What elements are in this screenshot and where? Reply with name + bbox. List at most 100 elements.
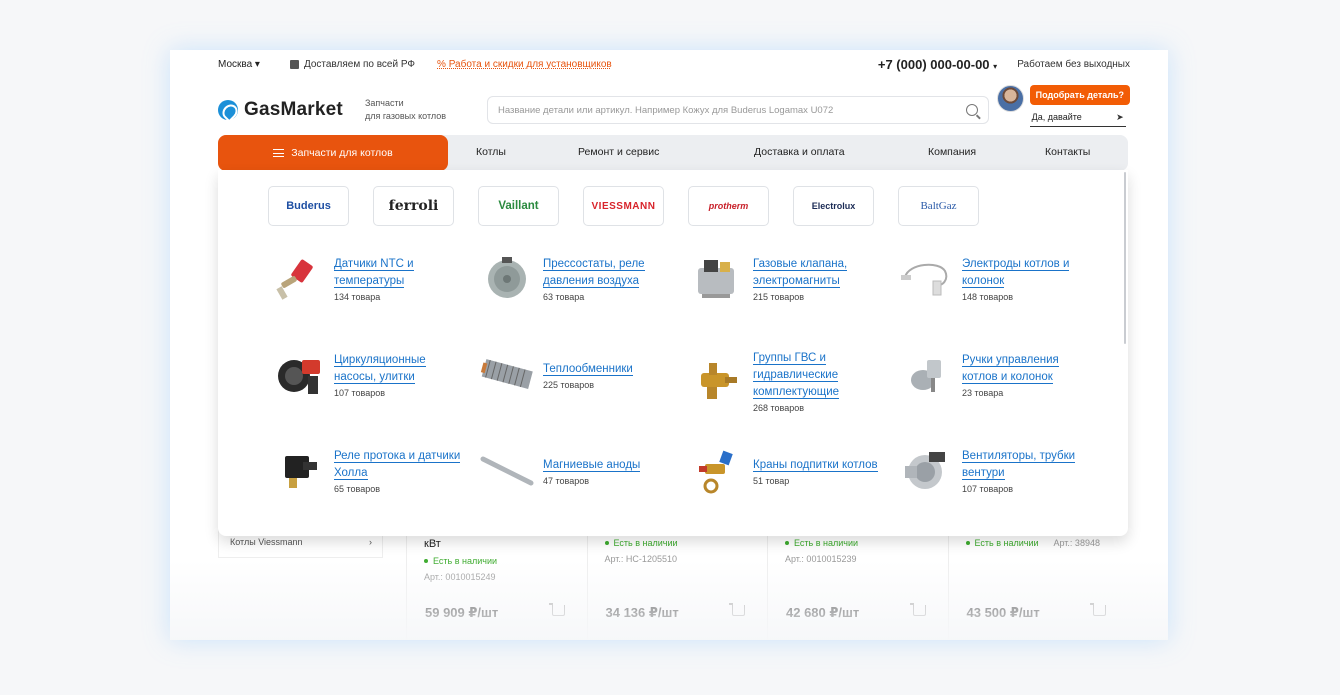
gas-flame-logo-icon [218,100,238,120]
working-hours: Работаем без выходных [1017,58,1130,70]
helper-reply-field[interactable]: Да, давайте ➤ [1029,110,1126,127]
category-flow-switches[interactable]: Реле протока и датчики Холла 65 товаров [270,446,464,496]
category-title[interactable]: Прессостаты, реле давления воздуха [543,256,673,290]
nav-parts-button[interactable]: Запчасти для котлов [218,135,448,171]
nav-item-delivery[interactable]: Доставка и оплата [754,146,845,158]
stock-status: Есть в наличии [604,538,751,548]
category-body: Магниевые аноды 47 товаров [543,457,673,486]
category-fill-valves[interactable]: Краны подпитки котлов 51 товар [689,446,883,496]
parts-helper: Подобрать деталь? Да, давайте ➤ [996,85,1130,127]
tagline-line-1: Запчасти [364,98,404,108]
nav-item-repair[interactable]: Ремонт и сервис [578,146,659,158]
category-heat-exchangers[interactable]: Теплообменники 225 товаров [479,350,673,400]
product-grid: кВт Есть в наличии Арт.: 0010015249 59 9… [406,520,1128,640]
product-name[interactable]: кВт [424,538,570,552]
category-title[interactable]: Теплообменники [543,361,673,378]
category-dhw-groups[interactable]: Группы ГВС и гидравлические комплектующи… [689,350,883,413]
brand-baltgaz[interactable]: BaltGaz [898,186,979,226]
category-count: 215 товаров [753,292,805,302]
phone-number[interactable]: +7 (000) 000-00-00 ▾ [878,57,997,72]
cart-icon[interactable] [1090,603,1106,616]
brand-ferroli[interactable]: ferroli [373,186,454,226]
category-title[interactable]: Датчики NTC и температуры [334,256,464,290]
category-title[interactable]: Циркуляционные насосы, улитки [334,352,464,386]
stock-text: Есть в наличии [613,538,678,548]
stock-status: Есть в наличии Арт.: 38948 [965,538,1112,548]
helper-reply-text: Да, давайте [1031,112,1082,122]
sidebar-item-label: Котлы Viessmann [230,537,303,547]
cart-icon[interactable] [548,603,565,616]
city-selector[interactable]: Москва ▾ [218,59,260,70]
category-count: 134 товара [334,292,381,302]
category-title[interactable]: Электроды котлов и колонок [962,256,1092,290]
category-pressure-switches[interactable]: Прессостаты, реле давления воздуха 63 то… [479,254,673,304]
header: GasMarket Запчасти для газовых котлов По… [218,85,1130,134]
nav-item-contacts[interactable]: Контакты [1045,146,1090,158]
brand-list: Buderus ferroli Vaillant VIESSMANN proth… [268,186,979,226]
logo[interactable]: GasMarket [218,99,343,121]
category-body: Циркуляционные насосы, улитки 107 товаро… [334,352,464,398]
consultant-avatar [996,85,1024,112]
category-title[interactable]: Вентиляторы, трубки вентури [962,448,1092,482]
category-gas-valves[interactable]: Газовые клапана, электромагниты 215 това… [689,254,883,304]
logo-text: GasMarket [244,99,343,120]
cart-icon[interactable] [909,603,926,616]
parts-mega-menu: Buderus ferroli Vaillant VIESSMANN proth… [218,170,1128,536]
box-icon [289,59,299,69]
category-count: 65 товаров [334,484,381,494]
product-card[interactable]: кВт Есть в наличии Арт.: 0010015249 59 9… [406,520,587,640]
stock-status: Есть в наличии [785,538,931,548]
category-body: Ручки управления котлов и колонок 23 тов… [962,352,1092,398]
category-count: 47 товаров [543,475,590,486]
search-input[interactable] [497,104,966,116]
category-title[interactable]: Краны подпитки котлов [753,457,883,474]
fan-icon [898,446,954,496]
search-box [486,96,989,124]
nav-item-boilers[interactable]: Котлы [476,146,506,158]
ntc-sensor-icon [270,254,326,304]
brand-electrolux[interactable]: Electrolux [793,186,874,226]
nav-item-company[interactable]: Компания [928,146,976,158]
in-stock-dot-icon [424,559,428,563]
product-card[interactable]: Есть в наличии Арт.: 38948 43 500 ₽/шт [947,520,1129,640]
page: Москва ▾ Доставляем по всей РФ % Работа … [170,50,1168,640]
category-electrodes[interactable]: Электроды котлов и колонок 148 товаров [898,254,1092,304]
category-count: 268 товаров [753,403,805,413]
category-body: Теплообменники 225 товаров [543,361,673,390]
product-sku: Арт.: 0010015239 [785,554,857,564]
product-card[interactable]: Есть в наличии Арт.: 0010015239 42 680 ₽… [767,520,948,640]
category-title[interactable]: Газовые клапана, электромагниты [753,256,883,290]
top-bar: Москва ▾ Доставляем по всей РФ % Работа … [218,50,1130,78]
electrode-icon [898,254,954,304]
product-card[interactable]: Есть в наличии Арт.: НС-1205510 34 136 ₽… [586,520,768,640]
category-title[interactable]: Магниевые аноды [543,457,673,474]
stock-text: Есть в наличии [974,538,1039,548]
cart-icon[interactable] [729,603,745,616]
category-magnesium-anodes[interactable]: Магниевые аноды 47 товаров [479,446,673,496]
flow-switch-icon [270,446,326,496]
installers-promo-link[interactable]: % Работа и скидки для установщиков [437,59,612,70]
brand-vaillant[interactable]: Vaillant [478,186,559,226]
brand-viessmann[interactable]: VIESSMANN [583,186,664,226]
category-ntc-sensors[interactable]: Датчики NTC и температуры 134 товара [270,254,464,304]
heat-exchanger-icon [479,350,535,400]
category-title[interactable]: Ручки управления котлов и колонок [962,352,1092,386]
category-body: Датчики NTC и температуры 134 товара [334,256,464,302]
category-title[interactable]: Группы ГВС и гидравлические комплектующи… [753,350,883,401]
brand-buderus[interactable]: Buderus [268,186,349,226]
category-fans[interactable]: Вентиляторы, трубки вентури 107 товаров [898,446,1092,496]
category-title[interactable]: Реле протока и датчики Холла [334,448,464,482]
category-control-knobs[interactable]: Ручки управления котлов и колонок 23 тов… [898,350,1092,400]
tagline-line-2: для газовых котлов [364,111,447,121]
brand-protherm[interactable]: protherm [688,186,769,226]
main-nav: Запчасти для котлов Котлы Ремонт и серви… [218,135,1128,171]
control-knob-icon [898,350,954,400]
menu-scrollbar[interactable] [1124,172,1126,344]
category-circulation-pumps[interactable]: Циркуляционные насосы, улитки 107 товаро… [270,350,464,400]
search-icon[interactable] [965,104,978,116]
pick-part-button[interactable]: Подобрать деталь? [1029,85,1130,105]
product-price: 43 500 ₽/шт [966,605,1040,620]
in-stock-dot-icon [785,541,789,545]
send-icon[interactable]: ➤ [1116,112,1124,123]
product-price: 42 680 ₽/шт [786,605,860,620]
